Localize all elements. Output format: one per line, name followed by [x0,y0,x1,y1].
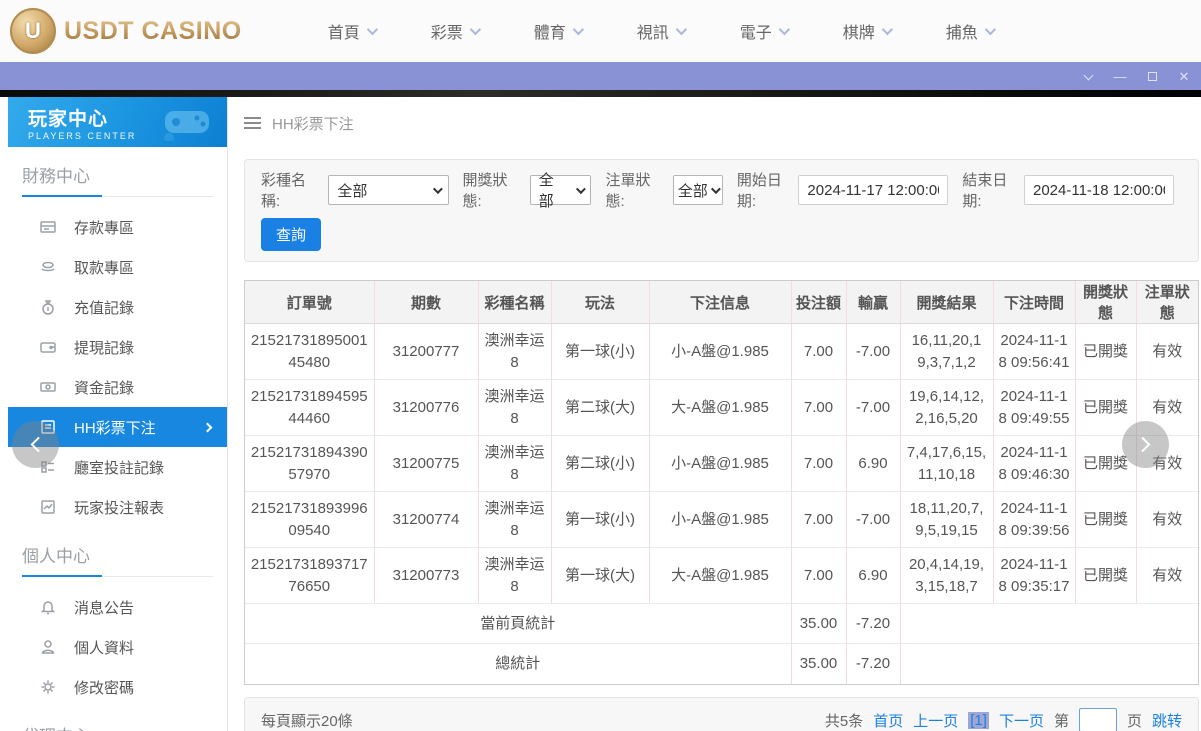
close-icon[interactable]: ✕ [1177,70,1191,83]
page-prefix-text: 第 [1053,712,1069,730]
deposit-icon [40,221,56,233]
start-date-input[interactable] [798,175,949,205]
order-status-label: 注單狀態: [605,172,651,210]
withdraw-icon [41,261,55,272]
sidebar-item-change-password[interactable]: 修改密碼 [8,667,227,707]
profile-icon [41,640,55,654]
filter-panel: 彩種名稱: 全部 開獎狀態: 全部 注單狀態: 全部 開始日期: 2024-11… [244,159,1199,262]
recharge-record-icon [42,300,54,315]
table-row: 2152173189371776650 31200773 澳洲幸运8 第一球(大… [245,547,1198,604]
section-title-personal: 個人中心 [22,542,213,577]
menu-icon[interactable] [244,117,261,129]
nav-item-slots[interactable]: 電子 [712,19,815,43]
sidebar: 玩家中心 PLAYERS CENTER 財務中心 存款專區 取款專區 充值記錄 … [8,97,228,731]
search-button[interactable]: 查詢 [261,218,322,251]
minimize-icon[interactable]: — [1113,70,1127,83]
nav-item-home[interactable]: 首頁 [300,19,403,43]
table-header-row: 訂單號 期數 彩種名稱 玩法 下注信息 投注額 輸贏 開獎結果 下注時間 開獎狀… [245,281,1198,324]
table-row: 2152173189399609540 31200774 澳洲幸运8 第一球(小… [245,491,1198,548]
next-page-link[interactable]: 下一页 [999,710,1044,731]
main-menu: 首頁 彩票 體育 視訊 電子 棋牌 捕魚 [300,19,1021,43]
password-icon [41,680,55,694]
total-count-text: 共5条 [824,712,864,730]
table-row: 2152173189459544460 31200776 澳洲幸运8 第二球(大… [245,379,1198,436]
sidebar-item-profile[interactable]: 個人資料 [8,627,227,667]
first-page-link[interactable]: 首页 [873,710,903,731]
total-summary-row: 總統計 35.00 -7.20 [245,643,1198,684]
chevron-down-icon [432,183,443,194]
draw-status-label: 開獎狀態: [462,172,508,210]
background-strip [0,90,1201,97]
table-row: 2152173189500145480 31200777 澳洲幸运8 第一球(小… [245,323,1198,380]
collapse-chevron-icon[interactable] [1081,70,1095,83]
chevron-right-icon [202,422,213,432]
funds-record-icon [40,382,56,392]
sidebar-item-funds-record[interactable]: 資金記錄 [8,367,227,407]
table-row: 2152173189439057970 31200775 澳洲幸运8 第二球(小… [245,435,1198,492]
chevron-down-icon [710,183,721,194]
notice-icon [40,601,56,615]
withdrawal-record-icon [40,342,56,353]
jump-link[interactable]: 跳转 [1152,710,1182,731]
window-titlebar: — ✕ [0,62,1201,90]
end-date-label: 結束日期: [962,172,1008,210]
gamepad-icon [164,111,209,141]
page-number-input[interactable] [1078,708,1117,731]
chevron-down-icon [675,23,687,36]
bets-table-panel: 訂單號 期數 彩種名稱 玩法 下注信息 投注額 輸贏 開獎結果 下注時間 開獎狀… [244,280,1199,685]
sidebar-item-announcements[interactable]: 消息公告 [8,587,227,627]
bets-table: 訂單號 期數 彩種名稱 玩法 下注信息 投注額 輸贏 開獎結果 下注時間 開獎狀… [245,281,1198,684]
maximize-icon[interactable] [1145,70,1159,83]
chevron-down-icon [572,23,584,36]
nav-item-fishing[interactable]: 捕魚 [918,19,1021,43]
main-content: HH彩票下注 彩種名稱: 全部 開獎狀態: 全部 注單狀態: 全部 開始日期: … [228,97,1201,731]
brand-logo[interactable]: U USDT CASINO [10,8,242,54]
page-title: HH彩票下注 [272,115,354,133]
sidebar-item-deposit[interactable]: 存款專區 [8,207,227,247]
section-title-finance: 財務中心 [22,162,213,197]
chevron-down-icon [575,183,586,194]
lottery-name-label: 彩種名稱: [261,172,307,210]
brand-name: USDT CASINO [64,16,242,45]
collapse-sidebar-button[interactable] [12,421,59,468]
breadcrumb: HH彩票下注 [244,109,1199,137]
current-page-indicator: [1] [968,711,989,729]
draw-status-select[interactable]: 全部 [529,172,592,210]
chevron-down-icon [881,23,893,36]
section-title-agent: 代理中心 [22,722,213,731]
prev-page-link[interactable]: 上一页 [913,710,958,731]
page-size-text: 每頁顯示20條 [261,712,353,730]
sidebar-item-withdrawal-record[interactable]: 提現記錄 [8,327,227,367]
order-status-select[interactable]: 全部 [672,175,723,205]
nav-item-sports[interactable]: 體育 [506,19,609,43]
sidebar-item-player-bet-report[interactable]: 玩家投注報表 [8,487,227,527]
logo-coin-icon: U [10,8,56,54]
nav-item-lottery[interactable]: 彩票 [403,19,506,43]
sidebar-item-recharge-record[interactable]: 充值記錄 [8,287,227,327]
nav-item-cards[interactable]: 棋牌 [815,19,918,43]
start-date-label: 開始日期: [736,172,782,210]
nav-item-live[interactable]: 視訊 [609,19,712,43]
report-icon [41,500,55,514]
end-date-input[interactable] [1023,175,1174,205]
page-suffix-text: 页 [1126,712,1142,730]
expand-panel-button[interactable] [1122,421,1169,468]
page-summary-row: 當前頁統計 35.00 -7.20 [245,603,1198,644]
sidebar-item-withdraw[interactable]: 取款專區 [8,247,227,287]
lottery-name-select[interactable]: 全部 [328,175,449,205]
chevron-down-icon [984,23,996,36]
sidebar-header: 玩家中心 PLAYERS CENTER [8,97,227,147]
chevron-down-icon [366,23,378,36]
pagination-bar: 每頁顯示20條 共5条 首页 上一页 [1] 下一页 第 页 跳转 [244,696,1199,731]
chevron-down-icon [778,23,790,36]
chevron-down-icon [469,23,481,36]
top-nav: U USDT CASINO 首頁 彩票 體育 視訊 電子 棋牌 捕魚 [0,0,1201,62]
